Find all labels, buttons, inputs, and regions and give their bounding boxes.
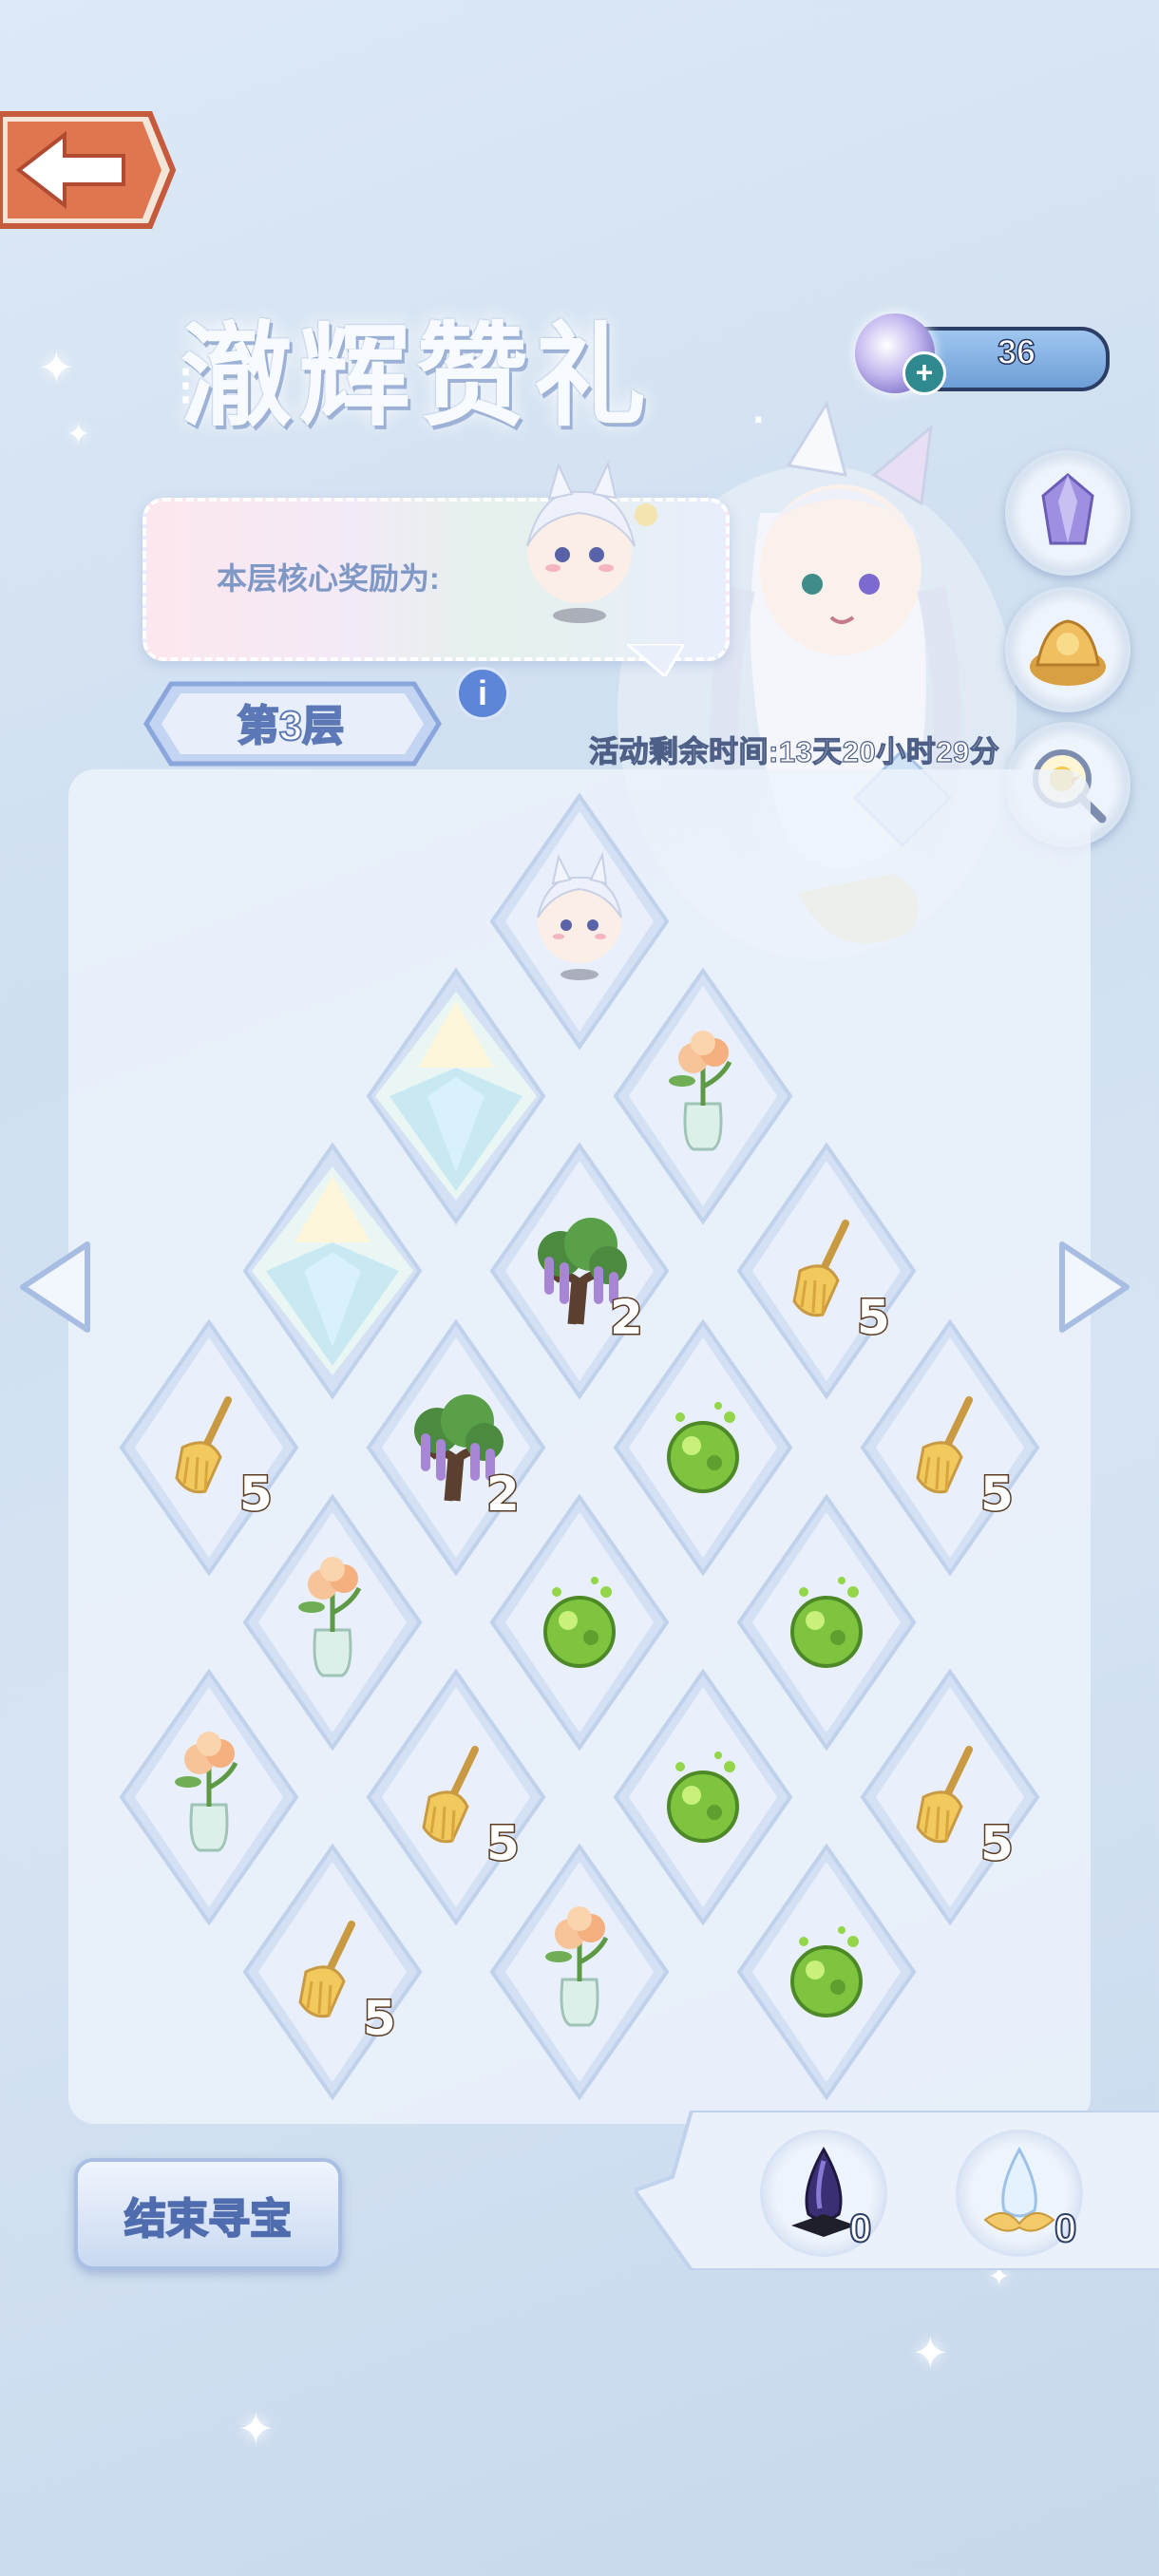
crystal-shard-icon <box>1041 473 1094 545</box>
prev-floor-arrow[interactable] <box>13 1235 99 1339</box>
info-icon[interactable]: i <box>456 667 509 720</box>
item-count: 5 <box>363 1991 396 2046</box>
item-count: 5 <box>980 1467 1014 1522</box>
light-crystal-count: 0 <box>1054 2205 1077 2251</box>
core-reward-pet-icon[interactable] <box>504 456 694 627</box>
dark-crystal-count: 0 <box>848 2205 872 2251</box>
board-tile[interactable] <box>732 1839 922 2105</box>
end-treasure-hunt-label: 结束寻宝 <box>124 2195 293 2244</box>
sparkle-decoration: ✦ <box>38 343 75 392</box>
banner-pointer <box>627 644 684 676</box>
side-button-treasure[interactable] <box>1005 587 1130 712</box>
item-count: 5 <box>980 1816 1014 1871</box>
back-button[interactable] <box>0 106 180 234</box>
next-floor-arrow[interactable] <box>1051 1235 1136 1339</box>
board-tile[interactable]: 5 <box>238 1839 428 2105</box>
treasure-pile-icon <box>1030 619 1106 686</box>
floor-label: 第3层 <box>237 702 345 750</box>
add-currency-button[interactable]: + <box>902 351 946 395</box>
side-button-crystal[interactable] <box>1005 450 1130 576</box>
event-title: 澈辉赞礼 <box>180 310 653 442</box>
core-reward-label: 本层核心奖励为: <box>217 561 440 596</box>
sparkle-decoration: ✦ <box>238 2404 275 2453</box>
sparkle-decoration: ✦ <box>912 2328 949 2377</box>
board-tile[interactable] <box>484 1839 674 2105</box>
event-timer: 活动剩余时间:13天20小时29分 <box>588 734 1000 768</box>
currency-value: 36 <box>997 331 1036 372</box>
sparkle-decoration: ✦ <box>66 419 91 450</box>
